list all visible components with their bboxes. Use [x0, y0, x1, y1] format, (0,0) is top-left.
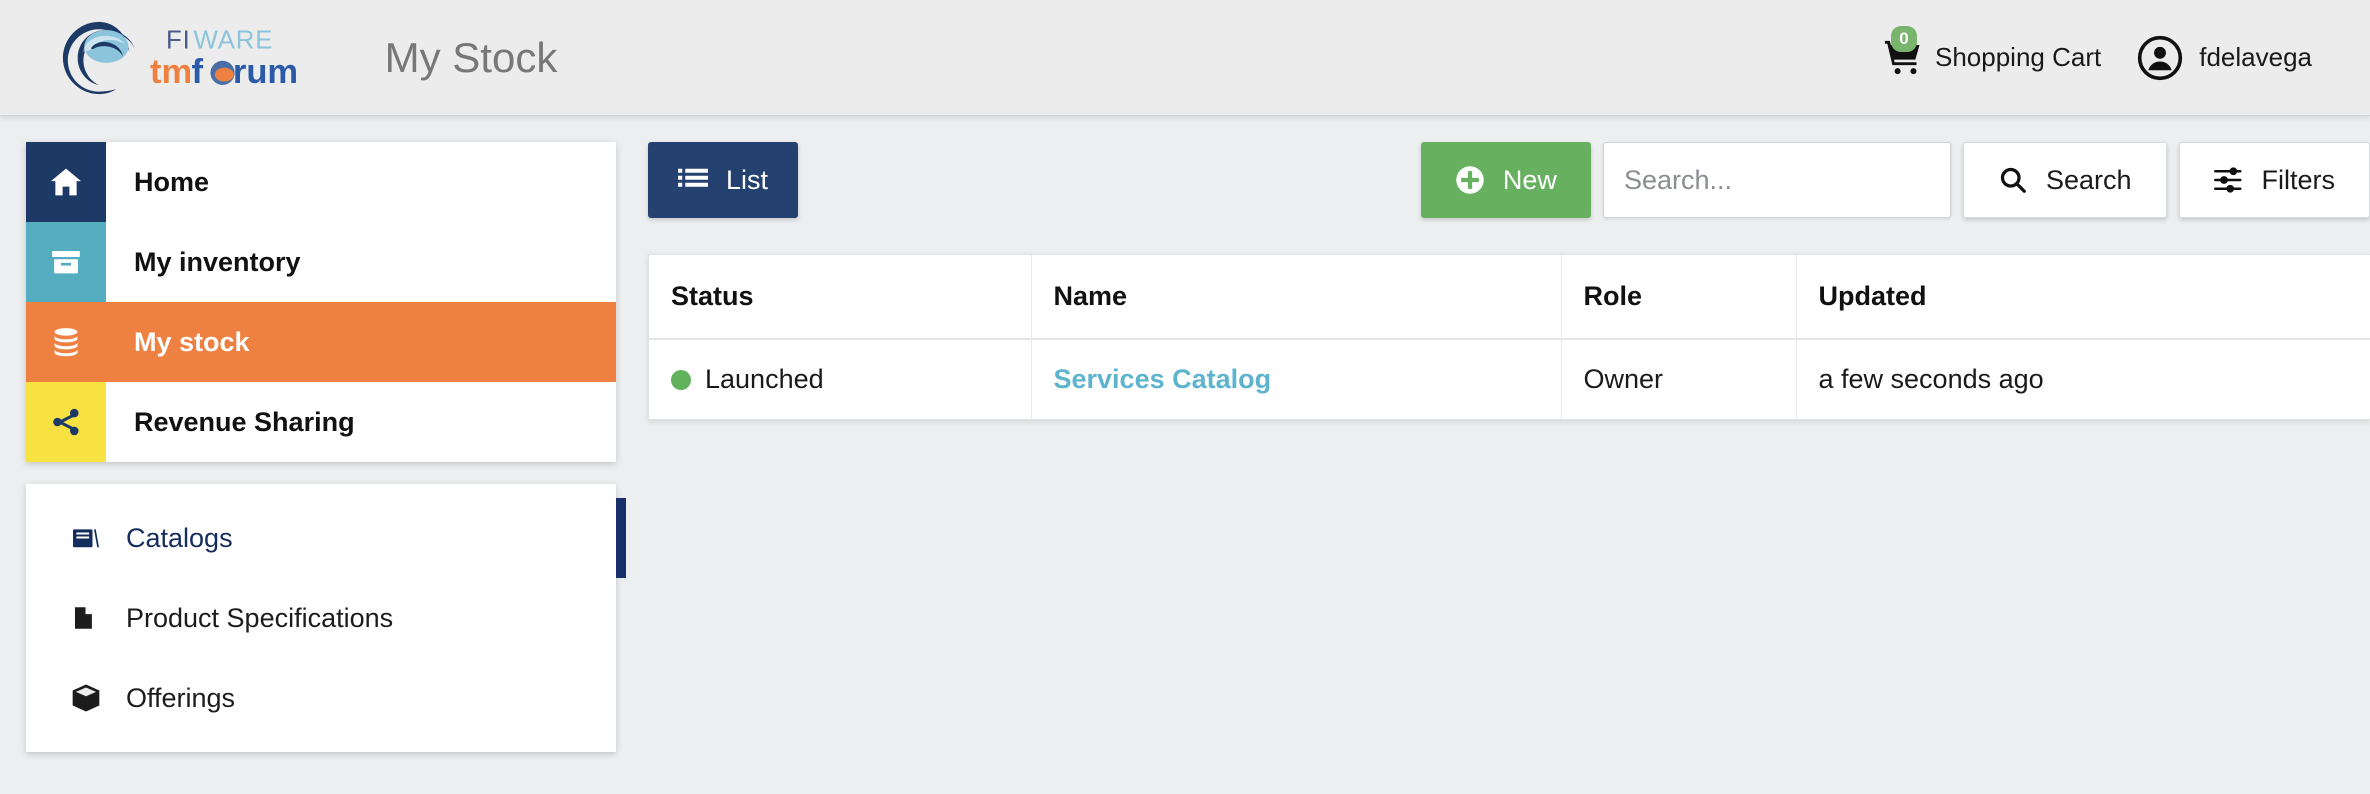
list-icon: [678, 168, 708, 187]
book-icon-wrap: [70, 523, 112, 553]
active-indicator-bar: [616, 498, 626, 578]
cube-icon: [72, 684, 100, 712]
database-icon: [54, 328, 78, 357]
sidebar: Home My inventory My stock Revenue Shari…: [26, 142, 626, 752]
new-button[interactable]: New: [1420, 142, 1591, 218]
svg-text:f: f: [191, 53, 203, 91]
sidebar-item-my-stock[interactable]: My stock: [26, 302, 616, 382]
sidebar-item-label: Home: [134, 166, 210, 197]
page-title: My Stock: [384, 33, 558, 81]
database-icon-cell: [26, 302, 106, 382]
cart-count-badge: 0: [1891, 25, 1917, 52]
table-head: Status Name Role Updated: [649, 255, 2370, 340]
sliders-icon: [2213, 167, 2241, 193]
submenu-item-offerings[interactable]: Offerings: [26, 658, 616, 738]
sidebar-item-home[interactable]: Home: [26, 142, 616, 222]
svg-text:rum: rum: [233, 53, 298, 91]
magnifier-icon: [2000, 167, 2026, 193]
home-icon: [50, 168, 82, 196]
submenu-item-label: Product Specifications: [126, 602, 394, 633]
cell-updated: a few seconds ago: [1796, 339, 2370, 419]
sidebar-item-revenue-sharing[interactable]: Revenue Sharing: [26, 382, 616, 462]
shopping-cart-icon-wrap: 0: [1881, 25, 1925, 80]
submenu-item-catalogs[interactable]: Catalogs: [26, 498, 626, 578]
fiware-swirl-icon: [62, 21, 135, 94]
cell-name: Services Catalog: [1031, 339, 1562, 419]
filters-button-label: Filters: [2261, 164, 2336, 195]
sidebar-item-my-inventory[interactable]: My inventory: [26, 222, 616, 302]
list-view-label: List: [726, 164, 769, 195]
book-icon: [73, 529, 99, 548]
toolbar-right-group: New Search... Search Filters: [1420, 142, 2370, 218]
archive-icon-cell: [26, 222, 106, 302]
catalog-name-link[interactable]: Services Catalog: [1054, 364, 1272, 394]
table-body: Launched Services Catalog Owner a few se…: [649, 339, 2370, 419]
archive-icon: [52, 250, 80, 274]
tmforum-wordmark-icon: tm f rum: [150, 53, 298, 91]
plus-circle-icon: [1456, 166, 1484, 194]
filters-button[interactable]: Filters: [2178, 142, 2370, 218]
status-label: Launched: [705, 364, 824, 394]
submenu-item-label: Catalogs: [126, 522, 233, 553]
search-input[interactable]: [1602, 142, 1951, 218]
sidebar-item-label: Revenue Sharing: [134, 406, 355, 437]
document-icon: [74, 607, 92, 629]
cell-status: Launched: [649, 339, 1032, 419]
fiware-wordmark-icon: FI WARE: [166, 26, 273, 54]
table-header-row: Status Name Role Updated: [649, 255, 2370, 340]
main-content: List New Search... Search Filters Status…: [648, 142, 2370, 420]
table-row[interactable]: Launched Services Catalog Owner a few se…: [649, 339, 2370, 419]
column-header-role[interactable]: Role: [1561, 255, 1797, 340]
search-button[interactable]: Search: [1962, 142, 2167, 218]
share-icon-cell: [26, 382, 106, 462]
search-button-label: Search: [2045, 164, 2132, 195]
submenu-card: Catalogs Product Specifications Offering…: [26, 484, 626, 752]
status-badge: Launched: [671, 364, 1031, 395]
user-name-label: fdelavega: [2199, 42, 2312, 72]
user-icon-wrap: [2137, 35, 2183, 81]
document-icon-wrap: [70, 602, 112, 634]
main-nav-card: Home My inventory My stock Revenue Shari…: [26, 142, 616, 462]
shopping-cart-button[interactable]: 0 Shopping Cart: [1863, 25, 2119, 80]
svg-text:WARE: WARE: [193, 26, 273, 54]
share-icon: [53, 408, 79, 436]
submenu-item-product-specifications[interactable]: Product Specifications: [26, 578, 616, 658]
shopping-cart-label: Shopping Cart: [1935, 42, 2102, 72]
list-view-button[interactable]: List: [648, 142, 799, 218]
sidebar-item-label: My stock: [134, 326, 250, 357]
svg-text:tm: tm: [150, 53, 192, 91]
new-button-label: New: [1502, 164, 1557, 195]
status-dot-icon: [671, 369, 691, 390]
cell-role: Owner: [1561, 339, 1797, 419]
brand[interactable]: FI WARE tm f rum My Stock: [58, 17, 557, 99]
user-circle-icon: [2138, 35, 2183, 80]
catalog-table: Status Name Role Updated Launched Servic…: [649, 255, 2370, 419]
content-toolbar: List New Search... Search Filters: [648, 142, 2370, 218]
column-header-status[interactable]: Status: [649, 255, 1032, 340]
fiware-tmforum-logo[interactable]: FI WARE tm f rum: [58, 17, 349, 99]
cube-icon-wrap: [70, 682, 112, 714]
header-actions: 0 Shopping Cart fdelavega: [1863, 25, 2330, 81]
app-header: FI WARE tm f rum My Stock 0 Shopping Car…: [0, 0, 2370, 116]
svg-text:FI: FI: [166, 26, 191, 54]
column-header-name[interactable]: Name: [1031, 255, 1562, 340]
home-icon-cell: [26, 142, 106, 222]
catalog-table-wrap: Status Name Role Updated Launched Servic…: [648, 254, 2370, 420]
sidebar-item-label: My inventory: [134, 246, 301, 277]
column-header-updated[interactable]: Updated: [1796, 255, 2370, 340]
page-body: Home My inventory My stock Revenue Shari…: [0, 116, 2370, 794]
submenu-item-label: Offerings: [126, 682, 236, 713]
user-menu-button[interactable]: fdelavega: [2119, 35, 2330, 81]
